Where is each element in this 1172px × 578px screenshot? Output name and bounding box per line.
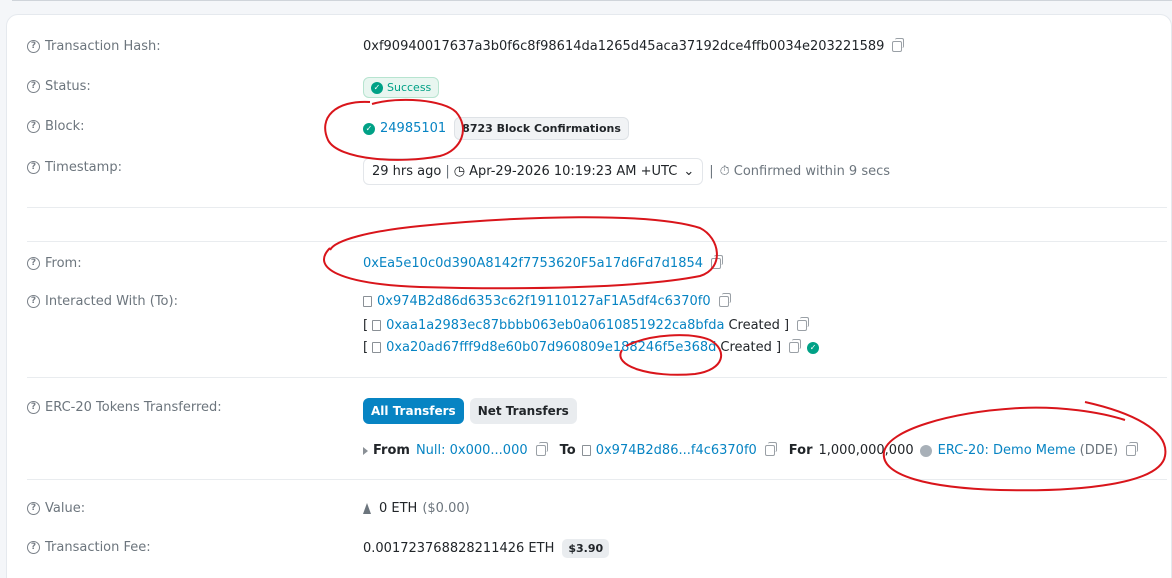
tab-all-transfers[interactable]: All Transfers	[363, 398, 464, 424]
value-status: ✓ Success	[363, 77, 440, 98]
stopwatch-icon: ⏱	[719, 164, 730, 179]
transfer-to-link[interactable]: 0x974B2d86...f4c6370f0	[596, 443, 757, 458]
transfer-from-link[interactable]: Null: 0x000...000	[416, 443, 528, 458]
label-timestamp: ? Timestamp:	[27, 160, 122, 175]
copy-icon[interactable]	[535, 442, 548, 456]
copy-icon[interactable]	[1126, 442, 1139, 456]
label-text: From:	[45, 256, 82, 271]
eth-icon	[363, 503, 371, 514]
tx-hash-text: 0xf90940017637a3b0f6c8f98614da1265d45aca…	[363, 39, 885, 54]
divider	[27, 207, 1167, 208]
time-ago: 29 hrs ago	[372, 164, 442, 179]
divider	[27, 479, 1167, 480]
triangle-right-icon[interactable]	[363, 446, 368, 455]
value-value: 0 ETH ($0.00)	[363, 501, 470, 516]
value-created-2: [ 0xa20ad67fff9d8e60b07d960809e188246f5e…	[363, 339, 823, 355]
copy-icon[interactable]	[718, 293, 731, 307]
fee-usd-badge: $3.90	[562, 539, 610, 558]
clock-icon: ◷	[453, 164, 466, 179]
document-icon	[372, 342, 382, 353]
label-text: Transaction Fee:	[45, 540, 151, 555]
label-text: Timestamp:	[45, 160, 122, 175]
timestamp-dropdown[interactable]: 29 hrs ago | ◷ Apr-29-2026 10:19:23 AM +…	[363, 158, 704, 185]
transaction-card: ? Transaction Hash: 0xf90940017637a3b0f6…	[6, 14, 1172, 578]
help-circle-icon[interactable]: ?	[27, 295, 40, 308]
status-badge: ✓ Success	[363, 77, 440, 98]
label-erc20: ? ERC-20 Tokens Transferred:	[27, 400, 222, 415]
label-text: Status:	[45, 79, 91, 94]
value-block: ✓ 24985101 8723 Block Confirmations	[363, 117, 629, 140]
help-circle-icon[interactable]: ?	[27, 541, 40, 554]
label-text: ERC-20 Tokens Transferred:	[45, 400, 222, 415]
document-icon	[372, 320, 382, 331]
token-symbol: (DDE)	[1079, 443, 1119, 458]
help-circle-icon[interactable]: ?	[27, 80, 40, 93]
bracket: [	[363, 318, 369, 333]
top-border	[12, 0, 1172, 1]
from-address-link[interactable]: 0xEa5e10c0d390A8142f7753620F5a17d6Fd7d18…	[363, 256, 703, 271]
time-full: Apr-29-2026 10:19:23 AM +UTC	[469, 164, 678, 179]
check-circle-icon: ✓	[807, 341, 820, 354]
token-icon	[919, 444, 932, 457]
document-icon	[363, 296, 372, 307]
token-link[interactable]: ERC-20: Demo Meme	[938, 443, 1076, 458]
created-contract-link[interactable]: 0xaa1a2983ec87bbbb063eb0a0610851922ca8bf…	[386, 318, 724, 333]
document-icon	[581, 445, 591, 456]
transfer-tabs: All Transfers Net Transfers	[363, 398, 577, 424]
help-circle-icon[interactable]: ?	[27, 161, 40, 174]
created-label: Created ]	[720, 340, 782, 355]
value-to-contract: 0x974B2d86d6353c62f19110127aF1A5df4c6370…	[363, 293, 731, 309]
help-circle-icon[interactable]: ?	[27, 401, 40, 414]
confirmed-within: Confirmed within 9 secs	[733, 164, 891, 179]
help-circle-icon[interactable]: ?	[27, 40, 40, 53]
for-keyword: For	[788, 443, 813, 458]
from-keyword: From	[373, 443, 410, 458]
divider	[27, 241, 1167, 242]
help-circle-icon[interactable]: ?	[27, 120, 40, 133]
value-usd: ($0.00)	[422, 501, 470, 516]
copy-icon[interactable]	[797, 317, 810, 331]
label-text: Block:	[45, 119, 85, 134]
value-from: 0xEa5e10c0d390A8142f7753620F5a17d6Fd7d18…	[363, 255, 724, 271]
label-interacted: ? Interacted With (To):	[27, 294, 178, 309]
value-tx-hash: 0xf90940017637a3b0f6c8f98614da1265d45aca…	[363, 38, 905, 54]
label-text: Transaction Hash:	[45, 39, 161, 54]
status-text: Success	[387, 81, 432, 94]
value-created-1: [ 0xaa1a2983ec87bbbb063eb0a0610851922ca8…	[363, 317, 810, 333]
tab-net-transfers[interactable]: Net Transfers	[469, 398, 577, 424]
created-contract-link[interactable]: 0xa20ad67fff9d8e60b07d960809e188246f5e36…	[386, 340, 716, 355]
transfer-amount: 1,000,000,000	[818, 443, 914, 458]
chevron-down-icon: ⌄	[683, 164, 695, 179]
value-fee: 0.001723768828211426 ETH $3.90	[363, 539, 610, 558]
copy-icon[interactable]	[892, 38, 905, 52]
label-fee: ? Transaction Fee:	[27, 540, 151, 555]
copy-icon[interactable]	[764, 442, 777, 456]
label-value: ? Value:	[27, 501, 85, 516]
copy-icon[interactable]	[711, 255, 724, 269]
confirmations-badge: 8723 Block Confirmations	[454, 117, 629, 140]
to-keyword: To	[559, 443, 576, 458]
label-tx-hash: ? Transaction Hash:	[27, 39, 161, 54]
divider	[27, 377, 1167, 378]
block-link[interactable]: 24985101	[380, 121, 446, 136]
check-circle-icon: ✓	[371, 81, 383, 94]
label-text: Value:	[45, 501, 86, 516]
bracket: [	[363, 340, 369, 355]
label-status: ? Status:	[27, 79, 91, 94]
label-text: Interacted With (To):	[45, 294, 178, 309]
help-circle-icon[interactable]: ?	[27, 257, 40, 270]
created-label: Created ]	[728, 318, 790, 333]
fee-eth: 0.001723768828211426 ETH	[363, 541, 555, 556]
value-timestamp: 29 hrs ago | ◷ Apr-29-2026 10:19:23 AM +…	[363, 158, 890, 185]
to-contract-link[interactable]: 0x974B2d86d6353c62f19110127aF1A5df4c6370…	[377, 294, 711, 309]
label-from: ? From:	[27, 256, 82, 271]
help-circle-icon[interactable]: ?	[27, 502, 40, 515]
label-block: ? Block:	[27, 119, 85, 134]
value-eth: 0 ETH	[379, 501, 418, 516]
transfer-line: From Null: 0x000...000 To 0x974B2d86...f…	[363, 442, 1139, 458]
check-circle-icon: ✓	[363, 122, 375, 135]
copy-icon[interactable]	[789, 339, 802, 353]
